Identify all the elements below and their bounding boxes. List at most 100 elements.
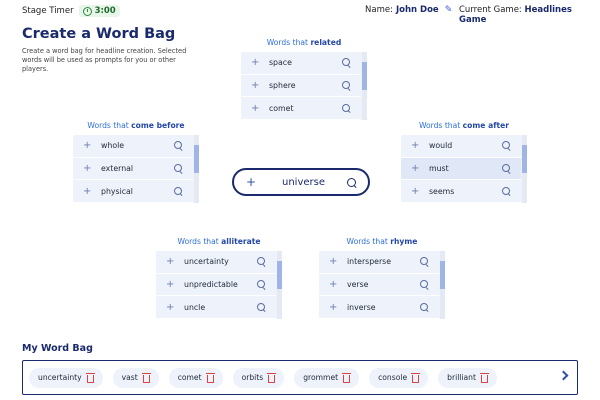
group-come-before: Words that come before + whole + external + ph… — [73, 121, 199, 204]
word-list-item[interactable]: + whole — [73, 135, 193, 158]
search-icon[interactable] — [502, 141, 511, 150]
plus-icon[interactable]: + — [251, 57, 265, 68]
plus-icon[interactable]: + — [83, 186, 97, 197]
word-bag-chip[interactable]: orbits — [232, 367, 285, 388]
group-title-keyword: alliterate — [221, 237, 261, 246]
word-list-item[interactable]: + verse — [319, 274, 439, 297]
word-bag-chip[interactable]: comet — [168, 367, 223, 388]
stage-timer-label: Stage Timer — [22, 6, 74, 16]
plus-icon[interactable]: + — [166, 279, 180, 290]
plus-icon[interactable]: + — [411, 140, 425, 151]
scrollbar[interactable] — [362, 52, 367, 120]
trash-icon[interactable] — [85, 372, 95, 383]
group-title-prefix: Words that — [266, 38, 311, 47]
plus-icon[interactable]: + — [411, 163, 425, 174]
plus-icon[interactable]: + — [166, 256, 180, 267]
search-icon[interactable] — [420, 280, 429, 289]
trash-icon[interactable] — [267, 372, 277, 383]
scrollbar-thumb[interactable] — [194, 145, 199, 173]
scrollbar[interactable] — [277, 251, 282, 319]
word-list-item[interactable]: + comet — [241, 97, 361, 121]
plus-icon[interactable]: + — [83, 140, 97, 151]
word-list-item[interactable]: + space — [241, 52, 361, 75]
word-bag-chip[interactable]: brilliant — [438, 367, 497, 388]
timer-value: 3:00 — [94, 6, 116, 16]
plus-icon[interactable]: + — [329, 256, 343, 267]
word-list-item[interactable]: + unpredictable — [156, 274, 276, 297]
page-title: Create a Word Bag — [22, 26, 176, 42]
plus-icon[interactable]: + — [251, 103, 265, 114]
chevron-right-icon[interactable] — [558, 370, 569, 381]
scrollbar[interactable] — [522, 135, 527, 203]
word-bag-chip[interactable]: vast — [112, 367, 159, 388]
word-bag-chip[interactable]: grommet — [294, 367, 360, 388]
pencil-icon[interactable]: ✎ — [445, 5, 453, 15]
word-list-item[interactable]: + would — [401, 135, 521, 158]
group-come-after: Words that come after + would + must + seems — [401, 121, 527, 204]
word-list: + would + must + seems — [401, 135, 527, 204]
plus-icon[interactable]: + — [329, 279, 343, 290]
search-icon[interactable] — [502, 164, 511, 173]
center-word-box[interactable]: + universe — [232, 168, 370, 196]
search-icon[interactable] — [420, 302, 429, 312]
search-icon[interactable] — [257, 280, 266, 289]
group-title: Words that come before — [73, 121, 199, 133]
trash-icon[interactable] — [411, 372, 421, 383]
word-list-item[interactable]: + external — [73, 158, 193, 181]
word-bag-chip[interactable]: console — [369, 367, 429, 388]
word-list: + whole + external + physical — [73, 135, 199, 204]
search-icon[interactable] — [257, 257, 266, 266]
group-alliterate: Words that alliterate + uncertainty + unpred… — [156, 237, 282, 320]
trash-icon[interactable] — [205, 372, 215, 383]
word-list: + space + sphere + comet — [241, 52, 367, 121]
word-label: must — [429, 164, 449, 174]
word-list-item[interactable]: + sphere — [241, 75, 361, 98]
trash-icon[interactable] — [342, 372, 352, 383]
search-icon[interactable] — [342, 81, 351, 90]
plus-icon[interactable]: + — [246, 175, 260, 189]
search-icon[interactable] — [342, 103, 351, 113]
search-icon[interactable] — [502, 186, 511, 196]
word-label: intersperse — [347, 257, 392, 267]
word-list-item[interactable]: + seems — [401, 180, 521, 204]
plus-icon[interactable]: + — [411, 186, 425, 197]
stage-timer: Stage Timer 3:00 — [22, 5, 120, 17]
scrollbar-thumb[interactable] — [277, 261, 282, 289]
search-icon[interactable] — [174, 141, 183, 150]
search-icon[interactable] — [257, 302, 266, 312]
plus-icon[interactable]: + — [329, 302, 343, 313]
center-word: universe — [282, 176, 325, 188]
scrollbar[interactable] — [440, 251, 445, 319]
word-list-item[interactable]: + physical — [73, 180, 193, 204]
word-list-item[interactable]: + uncertainty — [156, 251, 276, 274]
word-list-item[interactable]: + must — [401, 157, 521, 181]
scrollbar-thumb[interactable] — [440, 261, 445, 289]
plus-icon[interactable]: + — [83, 163, 97, 174]
search-icon[interactable] — [420, 257, 429, 266]
word-list-item[interactable]: + uncle — [156, 296, 276, 320]
word-bag-chip[interactable]: uncertainty — [29, 367, 103, 388]
group-title-prefix: Words that — [418, 121, 463, 130]
scrollbar[interactable] — [194, 135, 199, 203]
chip-label: brilliant — [447, 373, 476, 382]
scrollbar-thumb[interactable] — [362, 62, 367, 90]
chip-label: vast — [121, 373, 138, 382]
word-list-item[interactable]: + intersperse — [319, 251, 439, 274]
word-list: + uncertainty + unpredictable + uncle — [156, 251, 282, 320]
search-icon[interactable] — [174, 186, 183, 196]
search-icon[interactable] — [174, 164, 183, 173]
trash-icon[interactable] — [479, 372, 489, 383]
plus-icon[interactable]: + — [251, 80, 265, 91]
group-title-prefix: Words that — [87, 121, 132, 130]
plus-icon[interactable]: + — [166, 302, 180, 313]
scrollbar-thumb[interactable] — [522, 145, 527, 173]
search-icon[interactable] — [347, 177, 356, 187]
group-title-keyword: related — [310, 38, 342, 47]
word-label: uncle — [184, 302, 206, 312]
trash-icon[interactable] — [141, 372, 151, 383]
search-icon[interactable] — [342, 58, 351, 67]
word-list-item[interactable]: + inverse — [319, 296, 439, 320]
word-label: comet — [269, 103, 294, 113]
group-title: Words that rhyme — [319, 237, 445, 249]
word-label: whole — [101, 141, 125, 151]
